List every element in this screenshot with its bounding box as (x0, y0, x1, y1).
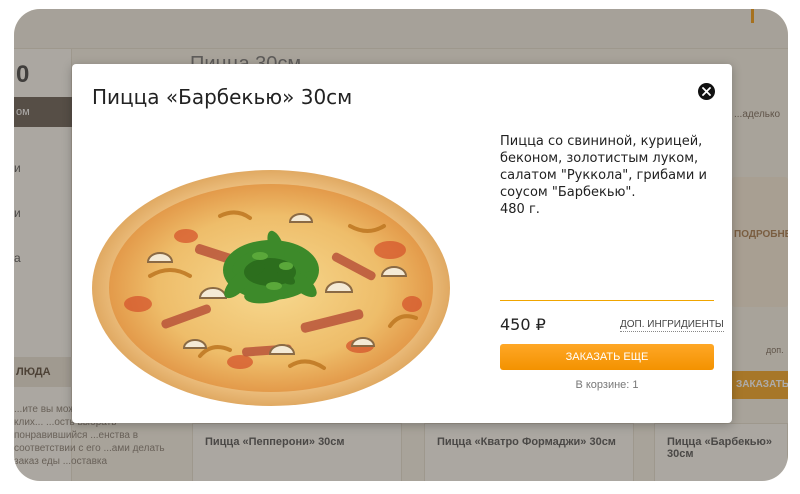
pizza-image (92, 170, 450, 406)
close-icon (702, 87, 711, 96)
extra-ingredients-link[interactable]: ДОП. ИНГРИДИЕНТЫ (620, 319, 724, 332)
order-more-button[interactable]: ЗАКАЗАТЬ ЕЩЕ (500, 344, 714, 370)
product-description: Пицца со свининой, курицей, беконом, зол… (500, 133, 714, 218)
app-frame: 0 ом и и а Пицца 30см ЛЮДА ...ите вы мож… (14, 9, 788, 481)
cart-count-note: В корзине: 1 (575, 379, 639, 391)
product-price: 450 ₽ (500, 315, 546, 334)
close-button[interactable] (698, 83, 715, 100)
product-description-text: Пицца со свининой, курицей, беконом, зол… (500, 134, 707, 200)
product-weight: 480 г. (500, 202, 540, 217)
price-divider (500, 300, 714, 301)
modal-title: Пицца «Барбекью» 30см (92, 85, 353, 109)
product-modal: Пицца «Барбекью» 30см Пицца со свининой,… (72, 64, 732, 423)
